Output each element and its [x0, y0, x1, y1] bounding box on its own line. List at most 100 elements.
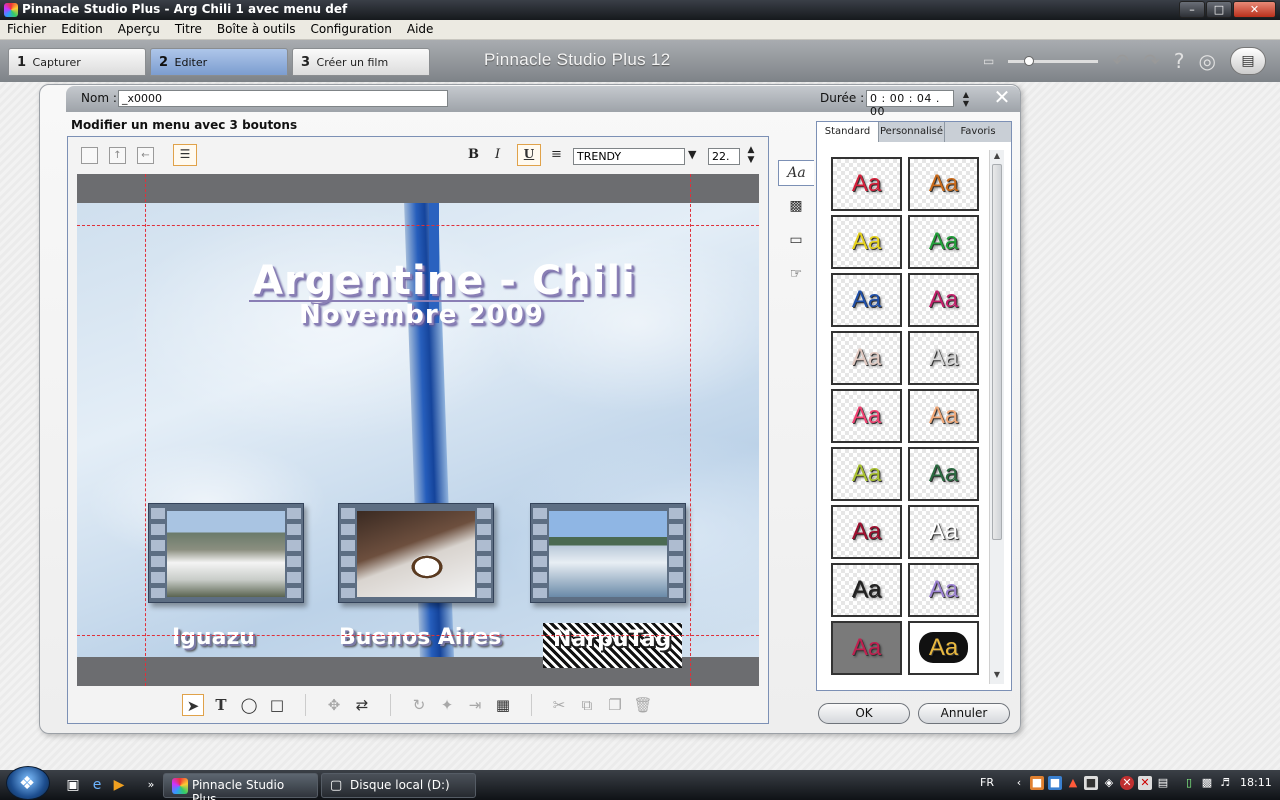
- tab-personnalise[interactable]: Personnalisé: [879, 122, 945, 142]
- tray-warning-icon[interactable]: ▲: [1066, 776, 1080, 790]
- style-preset-cell[interactable]: Aa: [831, 389, 902, 443]
- italic-button[interactable]: I: [495, 147, 500, 162]
- style-preset-cell[interactable]: Aa: [831, 331, 902, 385]
- font-dropdown-icon[interactable]: ▼: [688, 148, 696, 161]
- cancel-button[interactable]: Annuler: [918, 703, 1010, 724]
- move-left-icon[interactable]: ←: [137, 147, 154, 164]
- volume-icon[interactable]: ♬: [1218, 776, 1232, 790]
- tab-favoris[interactable]: Favoris: [945, 122, 1011, 142]
- style-preset-cell[interactable]: Aa: [908, 505, 979, 559]
- style-preset-cell[interactable]: Aa: [908, 389, 979, 443]
- rotate-tool-icon[interactable]: ↻: [408, 694, 430, 716]
- underline-button[interactable]: U: [517, 144, 541, 166]
- skew-tool-icon[interactable]: ✦: [436, 694, 458, 716]
- menu-title-line2[interactable]: Novembre 2009: [299, 300, 544, 330]
- ellipse-tool-icon[interactable]: ◯: [238, 694, 260, 716]
- style-preset-cell[interactable]: Aa: [908, 447, 979, 501]
- close-window-button[interactable]: ✕: [1233, 1, 1276, 18]
- tray-app-icon[interactable]: ■: [1030, 776, 1044, 790]
- battery-icon[interactable]: ▯: [1182, 776, 1196, 790]
- blank-square-icon[interactable]: [81, 147, 98, 164]
- style-preset-cell[interactable]: Aa: [831, 215, 902, 269]
- move-tool-icon[interactable]: ✥: [323, 694, 345, 716]
- copy-icon[interactable]: ⧉: [576, 694, 598, 716]
- delete-icon[interactable]: 🗑: [632, 694, 654, 716]
- background-tab-icon[interactable]: ▩: [778, 194, 814, 220]
- tab-standard[interactable]: Standard: [817, 122, 879, 142]
- show-desktop-icon[interactable]: ▣: [64, 776, 82, 794]
- style-preset-cell[interactable]: Aa: [831, 157, 902, 211]
- font-size-input[interactable]: 22.: [708, 148, 740, 165]
- style-preset-cell[interactable]: Aa: [908, 563, 979, 617]
- style-preset-cell[interactable]: Aa: [831, 447, 902, 501]
- tray-security-icon[interactable]: ◈: [1102, 776, 1116, 790]
- style-preset-cell[interactable]: Aa: [831, 505, 902, 559]
- scrollbar-thumb[interactable]: [992, 164, 1002, 540]
- grid-tool-icon[interactable]: ▦: [492, 694, 514, 716]
- name-input[interactable]: _x0000: [118, 90, 448, 107]
- menu-title-line1[interactable]: Argentine - Chili: [252, 258, 636, 304]
- premium-pack-icon[interactable]: ▤: [1230, 47, 1266, 75]
- kerning-tool-icon[interactable]: ⇄: [351, 694, 373, 716]
- duration-input[interactable]: 0 : 00 : 04 . 00: [866, 90, 954, 118]
- menu-button-thumbnail-buenos-aires[interactable]: [338, 503, 494, 603]
- tab-creer-un-film[interactable]: 3 Créer un film: [292, 48, 430, 76]
- button-list-icon[interactable]: ☰: [173, 144, 197, 166]
- scroll-down-icon[interactable]: ▼: [990, 670, 1004, 679]
- style-preset-cell[interactable]: Aa: [908, 273, 979, 327]
- font-select[interactable]: TRENDY: [573, 148, 685, 165]
- taskbar-item-pinnacle[interactable]: Pinnacle Studio Plus...: [163, 773, 318, 800]
- style-preset-cell[interactable]: Aa: [908, 215, 979, 269]
- menu-titre[interactable]: Titre: [168, 20, 210, 39]
- menu-aide[interactable]: Aide: [400, 20, 442, 39]
- clock[interactable]: 18:11: [1240, 776, 1272, 789]
- cut-icon[interactable]: ✂: [548, 694, 570, 716]
- menu-button-thumbnail-narputag[interactable]: [530, 503, 686, 603]
- tray-expand-icon[interactable]: ‹: [1012, 776, 1026, 790]
- more-quicklaunch-icon[interactable]: »: [142, 776, 160, 794]
- menu-button-caption-buenos-aires[interactable]: Buenos Aires: [339, 625, 501, 650]
- tray-usb-icon[interactable]: ■: [1084, 776, 1098, 790]
- lightbulb-icon[interactable]: ◎: [1199, 49, 1216, 73]
- maximize-button[interactable]: □: [1206, 1, 1232, 18]
- move-up-icon[interactable]: ↑: [109, 147, 126, 164]
- ok-button[interactable]: OK: [818, 703, 910, 724]
- menu-canvas[interactable]: Argentine - Chili Novembre 2009 Iguazu B…: [77, 174, 759, 686]
- tray-error-icon[interactable]: ✕: [1120, 776, 1134, 790]
- select-tool-icon[interactable]: ➤: [182, 694, 204, 716]
- duration-stepper[interactable]: ▲ ▼: [960, 90, 972, 108]
- menu-boite-a-outils[interactable]: Boîte à outils: [210, 20, 304, 39]
- undo-icon[interactable]: ↶: [1112, 49, 1129, 73]
- redo-icon[interactable]: ↷: [1143, 49, 1160, 73]
- minimize-button[interactable]: –: [1179, 1, 1205, 18]
- media-player-icon[interactable]: ▶: [110, 776, 128, 794]
- rectangle-tool-icon[interactable]: □: [266, 694, 288, 716]
- zoom-slider-knob[interactable]: [1024, 55, 1035, 66]
- style-preset-cell[interactable]: Aa: [831, 621, 902, 675]
- style-preset-cell[interactable]: Aa: [908, 621, 979, 675]
- zoom-slider[interactable]: [1008, 55, 1099, 66]
- font-size-stepper[interactable]: ▲ ▼: [745, 145, 757, 165]
- frame-tab-icon[interactable]: ▭: [778, 228, 814, 254]
- style-preset-cell[interactable]: Aa: [908, 331, 979, 385]
- tray-disconnected-icon[interactable]: ✕: [1138, 776, 1152, 790]
- bold-button[interactable]: B: [468, 147, 479, 162]
- menu-fichier[interactable]: Fichier: [0, 20, 54, 39]
- tray-network-icon[interactable]: ■: [1048, 776, 1062, 790]
- menu-edition[interactable]: Edition: [54, 20, 111, 39]
- button-tab-icon[interactable]: ☞: [778, 262, 814, 288]
- tab-editer[interactable]: 2 Editer: [150, 48, 288, 76]
- help-icon[interactable]: ?: [1174, 49, 1185, 73]
- tab-capturer[interactable]: 1 Capturer: [8, 48, 146, 76]
- menu-button-caption-narputag[interactable]: NarpuTag: [553, 627, 671, 652]
- start-button[interactable]: ❖: [6, 766, 50, 800]
- style-preset-cell[interactable]: Aa: [908, 157, 979, 211]
- align-icon[interactable]: ≡: [551, 147, 562, 162]
- language-indicator[interactable]: FR: [980, 776, 994, 789]
- menu-button-thumbnail-iguazu[interactable]: [148, 503, 304, 603]
- menu-configuration[interactable]: Configuration: [303, 20, 399, 39]
- internet-explorer-icon[interactable]: e: [88, 776, 106, 794]
- tray-display-icon[interactable]: ▤: [1156, 776, 1170, 790]
- menu-button-caption-iguazu[interactable]: Iguazu: [172, 625, 255, 650]
- paste-icon[interactable]: ❐: [604, 694, 626, 716]
